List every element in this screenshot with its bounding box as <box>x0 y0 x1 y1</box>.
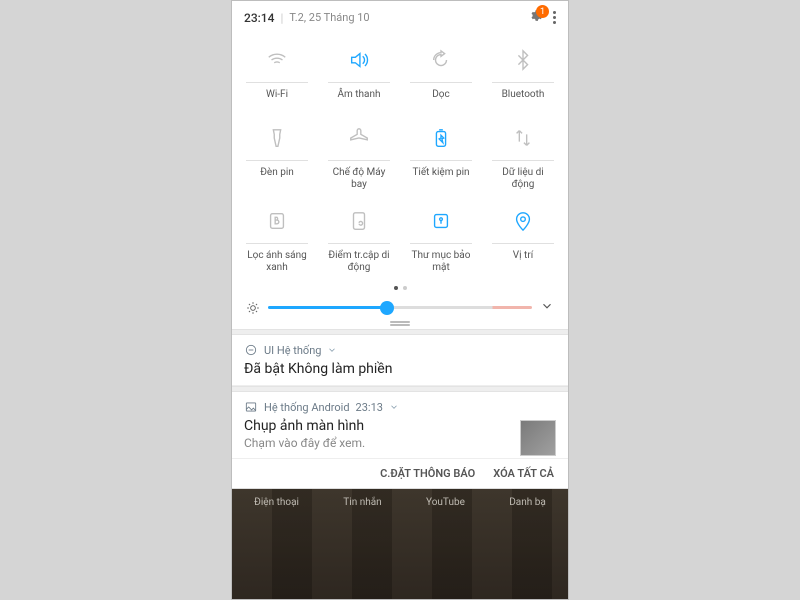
clear-all-button[interactable]: XÓA TẤT CẢ <box>493 467 554 480</box>
brightness-icon <box>246 301 260 315</box>
qs-tile-label: Wi-Fi <box>246 82 308 108</box>
notification-title: Chụp ảnh màn hình <box>244 418 556 434</box>
qs-tile-label: Tiết kiệm pin <box>410 160 472 186</box>
chevron-down-icon <box>389 402 399 412</box>
brightness-row <box>232 294 568 319</box>
notification-settings-button[interactable]: C.ĐẶT THÔNG BÁO <box>380 467 475 480</box>
qs-tile-label: Bluetooth <box>492 82 554 108</box>
overflow-menu[interactable] <box>553 11 556 24</box>
qs-tile-sound[interactable]: Âm thanh <box>318 36 400 114</box>
data-icon <box>512 127 534 149</box>
app-label: Điện thoại <box>254 497 299 508</box>
screenshot-thumbnail[interactable] <box>520 420 556 456</box>
home-apps-bar: Điện thoại Tin nhắn YouTube Danh bạ <box>232 489 568 599</box>
status-bar: 23:14 | T.2, 25 Tháng 10 1 <box>232 1 568 30</box>
qs-tile-label: Dọc <box>410 82 472 108</box>
qs-tile-plane[interactable]: Chế độ Máy bay <box>318 114 400 197</box>
location-icon <box>512 210 534 232</box>
qs-tile-torch[interactable]: Đèn pin <box>236 114 318 197</box>
qs-tile-bt[interactable]: Bluetooth <box>482 36 564 114</box>
qs-tile-label: Chế độ Máy bay <box>328 160 390 191</box>
bt-icon <box>512 49 534 71</box>
qs-tile-label: Âm thanh <box>328 82 390 108</box>
notification-dnd[interactable]: UI Hệ thống Đã bật Không làm phiền <box>232 335 568 386</box>
image-icon <box>244 400 258 414</box>
brightness-expand[interactable] <box>540 298 554 317</box>
qs-tile-wifi[interactable]: Wi-Fi <box>236 36 318 114</box>
qs-tile-battery[interactable]: Tiết kiệm pin <box>400 114 482 197</box>
qs-tile-blf[interactable]: Lọc ánh sáng xanh <box>236 197 318 280</box>
qs-tile-secure[interactable]: Thư mục bảo mật <box>400 197 482 280</box>
qs-tile-label: Thư mục bảo mật <box>410 243 472 274</box>
qs-tile-hotspot[interactable]: Điểm tr.cập di động <box>318 197 400 280</box>
chevron-down-icon <box>540 299 554 313</box>
notification-app: Hệ thống Android <box>264 401 350 414</box>
qs-tile-location[interactable]: Vị trí <box>482 197 564 280</box>
notification-actions: C.ĐẶT THÔNG BÁO XÓA TẤT CẢ <box>232 459 568 489</box>
blf-icon <box>266 210 288 232</box>
settings-badge: 1 <box>536 5 549 18</box>
brightness-slider[interactable] <box>268 306 532 309</box>
quick-settings-grid: Wi-Fi Âm thanh Dọc Bluetooth Đèn pin Chế độ M… <box>232 30 568 280</box>
clock: 23:14 <box>244 11 274 25</box>
notification-app: UI Hệ thống <box>264 344 321 357</box>
qs-tile-data[interactable]: Dữ liệu di động <box>482 114 564 197</box>
qs-tile-label: Dữ liệu di động <box>492 160 554 191</box>
qs-tile-label: Đèn pin <box>246 160 308 186</box>
qs-tile-label: Vị trí <box>492 243 554 269</box>
plane-icon <box>348 127 370 149</box>
qs-tile-rotate[interactable]: Dọc <box>400 36 482 114</box>
qs-tile-label: Điểm tr.cập di động <box>328 243 390 274</box>
notification-panel: 23:14 | T.2, 25 Tháng 10 1 Wi-Fi Âm thanh… <box>231 0 569 600</box>
notification-time: 23:13 <box>356 401 383 414</box>
settings-button[interactable]: 1 <box>529 9 543 26</box>
notification-body: Chạm vào đây để xem. <box>244 436 556 450</box>
qs-tile-label: Lọc ánh sáng xanh <box>246 243 308 274</box>
battery-icon <box>430 127 452 149</box>
torch-icon <box>266 127 288 149</box>
chevron-down-icon <box>327 345 337 355</box>
wifi-icon <box>266 49 288 71</box>
app-label: Tin nhắn <box>343 497 381 508</box>
dnd-icon <box>244 343 258 357</box>
sound-icon <box>348 49 370 71</box>
date: T.2, 25 Tháng 10 <box>289 11 369 24</box>
page-indicator <box>232 280 568 294</box>
brightness-thumb[interactable] <box>380 301 394 315</box>
notification-screenshot[interactable]: Hệ thống Android 23:13 Chụp ảnh màn hình… <box>232 392 568 459</box>
rotate-icon <box>430 49 452 71</box>
notification-title: Đã bật Không làm phiền <box>244 361 556 377</box>
hotspot-icon <box>348 210 370 232</box>
secure-icon <box>430 210 452 232</box>
app-label: Danh bạ <box>509 497 546 508</box>
app-label: YouTube <box>426 497 465 508</box>
drag-handle[interactable] <box>232 319 568 329</box>
